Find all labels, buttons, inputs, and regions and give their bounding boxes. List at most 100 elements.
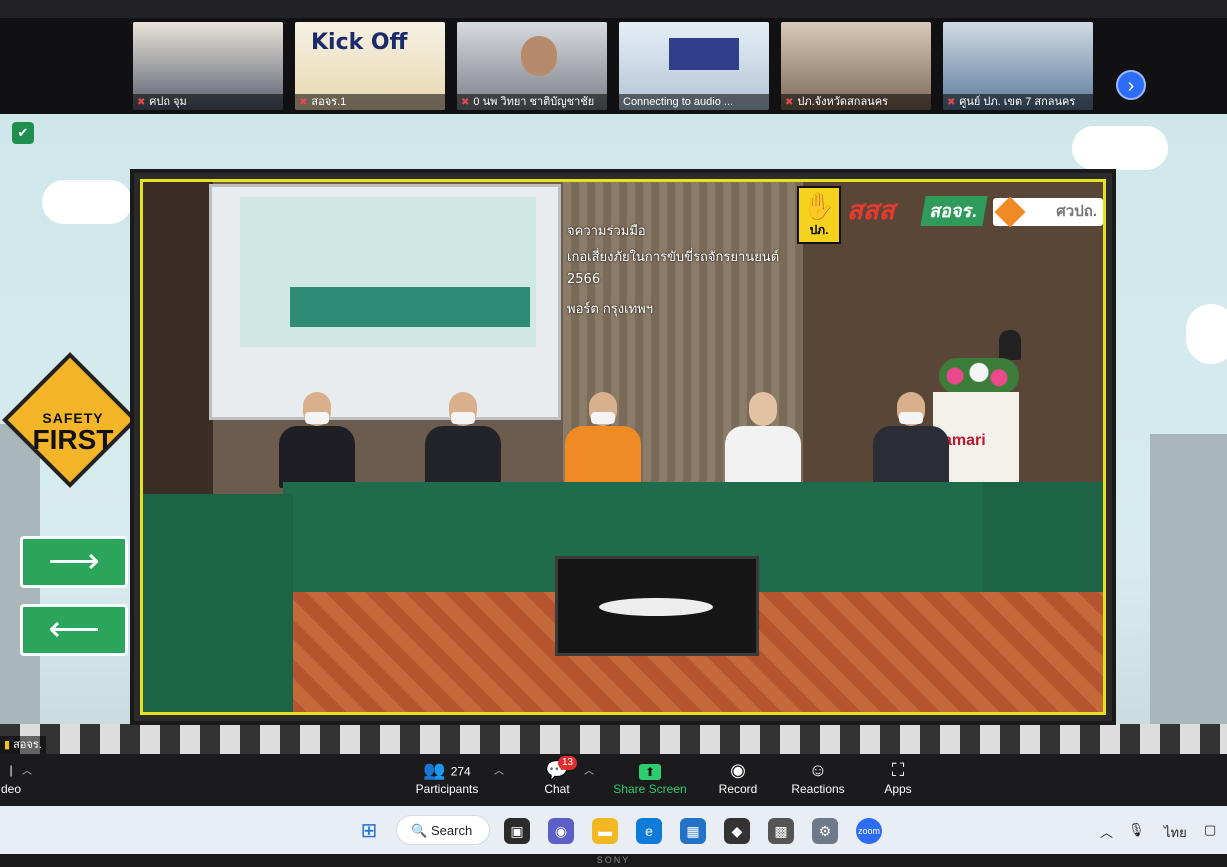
record-icon: ◉	[730, 760, 746, 780]
chat-options-caret[interactable]: ︿	[584, 762, 594, 777]
participant-face	[521, 36, 557, 76]
participant-tile[interactable]: ✖ ศปถ จุม	[133, 22, 283, 110]
shared-screen-stage: ✔ SAFETY FIRST ⟶ ⟵ จความร่วมมือ เกอเสี่ย…	[0, 114, 1227, 754]
pp-logo: ✋ ปภ.	[797, 186, 841, 244]
participants-icon: 👥 274	[423, 760, 471, 780]
kwpt-logo: ศวปถ.	[993, 196, 1103, 228]
video-options-caret[interactable]: ︿	[22, 762, 32, 777]
chat-button[interactable]: 💬 13 Chat	[536, 756, 578, 796]
video-button[interactable]: | deo	[0, 758, 22, 796]
banner-line: จความร่วมมือ	[567, 224, 646, 239]
participant-name: ✖ ปภ.จังหวัดสกลนคร	[781, 94, 931, 110]
kickoff-title: Kick Off	[311, 30, 408, 55]
arrow-left-sign: ⟵	[20, 604, 128, 656]
round-table	[599, 598, 713, 616]
projected-table	[290, 287, 530, 327]
room-wall	[143, 182, 213, 512]
encryption-shield-icon[interactable]: ✔	[12, 122, 34, 144]
flower-arrangement	[939, 358, 1019, 394]
participant-name: ✖ ศปถ จุม	[133, 94, 283, 110]
cloud-decoration	[1186, 304, 1227, 364]
arrow-right-sign: ⟶	[20, 536, 128, 588]
speaker-person	[999, 330, 1021, 360]
share-screen-button[interactable]: ⬆ Share Screen	[612, 758, 688, 796]
apps-icon: ⛶	[891, 760, 905, 780]
participants-button[interactable]: 👥 274 Participants	[414, 758, 480, 796]
cloud-decoration	[42, 180, 132, 224]
cloud-decoration	[1072, 126, 1168, 170]
projected-image	[240, 197, 536, 347]
diamond-icon	[994, 196, 1026, 228]
panelist	[273, 392, 359, 488]
banner-line: เกอเสี่ยงภัยในการขับขี่รถจักรยานยนต์	[567, 250, 780, 265]
participants-options-caret[interactable]: ︿	[494, 762, 504, 777]
brand-label: SONY	[596, 855, 631, 865]
mic-muted-icon: ✖	[785, 97, 794, 108]
projector-screen	[209, 184, 561, 420]
banner-line: พอร์ต กรุงเทพฯ	[567, 302, 654, 317]
building-decoration	[1150, 434, 1227, 754]
participant-name: Connecting to audio ...	[619, 94, 769, 110]
task-view-icon[interactable]: ▣	[504, 818, 530, 844]
next-page-button[interactable]: ›	[1116, 70, 1146, 100]
mic-muted-icon: ✖	[137, 97, 146, 108]
participant-screen	[669, 38, 739, 70]
screenshot-app-icon[interactable]: ▩	[768, 818, 794, 844]
safety-sign-text: SAFETY FIRST	[32, 410, 114, 455]
record-button[interactable]: ◉ Record	[714, 758, 762, 796]
arrow-right-icon: ⟶	[48, 540, 100, 581]
participant-name: ✖ สอจร.1	[295, 94, 445, 110]
building-decoration	[0, 424, 40, 754]
participant-name: ✖ ศูนย์ ปภ. เขต 7 สกลนคร	[943, 94, 1093, 110]
start-menu-icon[interactable]: ⊞	[356, 818, 382, 844]
ojr-logo: สอจร.	[920, 196, 988, 226]
app-cube-icon[interactable]: ◆	[724, 818, 750, 844]
meeting-room-photo: จความร่วมมือ เกอเสี่ยงภัยในการขับขี่รถจั…	[140, 179, 1106, 715]
chevron-up-icon[interactable]: ︿	[1100, 822, 1113, 841]
participant-name: ✖ 0 นพ วิทยา ชาติบัญชาชัย	[457, 94, 607, 110]
monitor-bezel: SONY	[0, 854, 1227, 867]
chevron-right-icon: ›	[1127, 75, 1135, 97]
share-screen-icon: ⬆	[612, 758, 688, 782]
reactions-button[interactable]: ☺ Reactions	[788, 758, 848, 796]
road-decoration	[0, 724, 1227, 754]
search-icon: 🔍	[411, 823, 428, 838]
zoom-app-icon[interactable]: zoom	[856, 818, 882, 844]
panelist	[559, 392, 645, 488]
participant-tile[interactable]: Connecting to audio ...	[619, 22, 769, 110]
teams-chat-icon[interactable]: ◉	[548, 818, 574, 844]
participant-tile[interactable]: Kick Off ✖ สอจร.1	[295, 22, 445, 110]
input-language[interactable]: ไทย	[1164, 822, 1187, 843]
participant-tile[interactable]: ✖ ศูนย์ ปภ. เขต 7 สกลนคร	[943, 22, 1093, 110]
shared-video-frame: จความร่วมมือ เกอเสี่ยงภัยในการขับขี่รถจั…	[130, 169, 1116, 725]
hand-stop-icon: ✋	[802, 191, 836, 221]
chat-unread-badge: 13	[558, 756, 578, 770]
video-icon: |	[9, 763, 13, 777]
arrow-left-icon: ⟵	[48, 608, 100, 649]
participants-count: 274	[450, 764, 471, 779]
participant-tile[interactable]: ✖ ปภ.จังหวัดสกลนคร	[781, 22, 931, 110]
top-strip	[0, 0, 1227, 18]
panelist	[719, 392, 805, 488]
conference-table	[143, 494, 293, 712]
sss-logo: สสส	[847, 195, 895, 225]
mic-muted-icon: ✖	[461, 97, 470, 108]
panelist	[867, 392, 953, 488]
participant-gallery: ✖ ศปถ จุม Kick Off ✖ สอจร.1 ✖ 0 นพ วิทยา ชา…	[0, 18, 1227, 114]
apps-button[interactable]: ⛶ Apps	[878, 758, 918, 796]
taskbar-search[interactable]: 🔍 Search	[396, 815, 490, 845]
settings-icon[interactable]: ⚙	[812, 818, 838, 844]
panelist	[419, 392, 505, 488]
microphone-icon[interactable]: 🎙	[1128, 822, 1145, 838]
file-explorer-icon[interactable]: ▬	[592, 818, 618, 844]
banner-line: 2566	[567, 272, 601, 287]
sponsor-logos: ✋ ปภ. สสส สอจร. ศวปถ.	[797, 184, 1103, 248]
store-icon[interactable]: ▦	[680, 818, 706, 844]
participant-tile[interactable]: ✖ 0 นพ วิทยา ชาติบัญชาชัย	[457, 22, 607, 110]
mic-muted-icon: ✖	[947, 97, 956, 108]
reactions-icon: ☺	[808, 760, 828, 780]
signal-icon: ▮	[4, 739, 11, 751]
mic-muted-icon: ✖	[299, 97, 308, 108]
network-icon[interactable]: ▢	[1204, 822, 1216, 838]
edge-browser-icon[interactable]: e	[636, 818, 662, 844]
